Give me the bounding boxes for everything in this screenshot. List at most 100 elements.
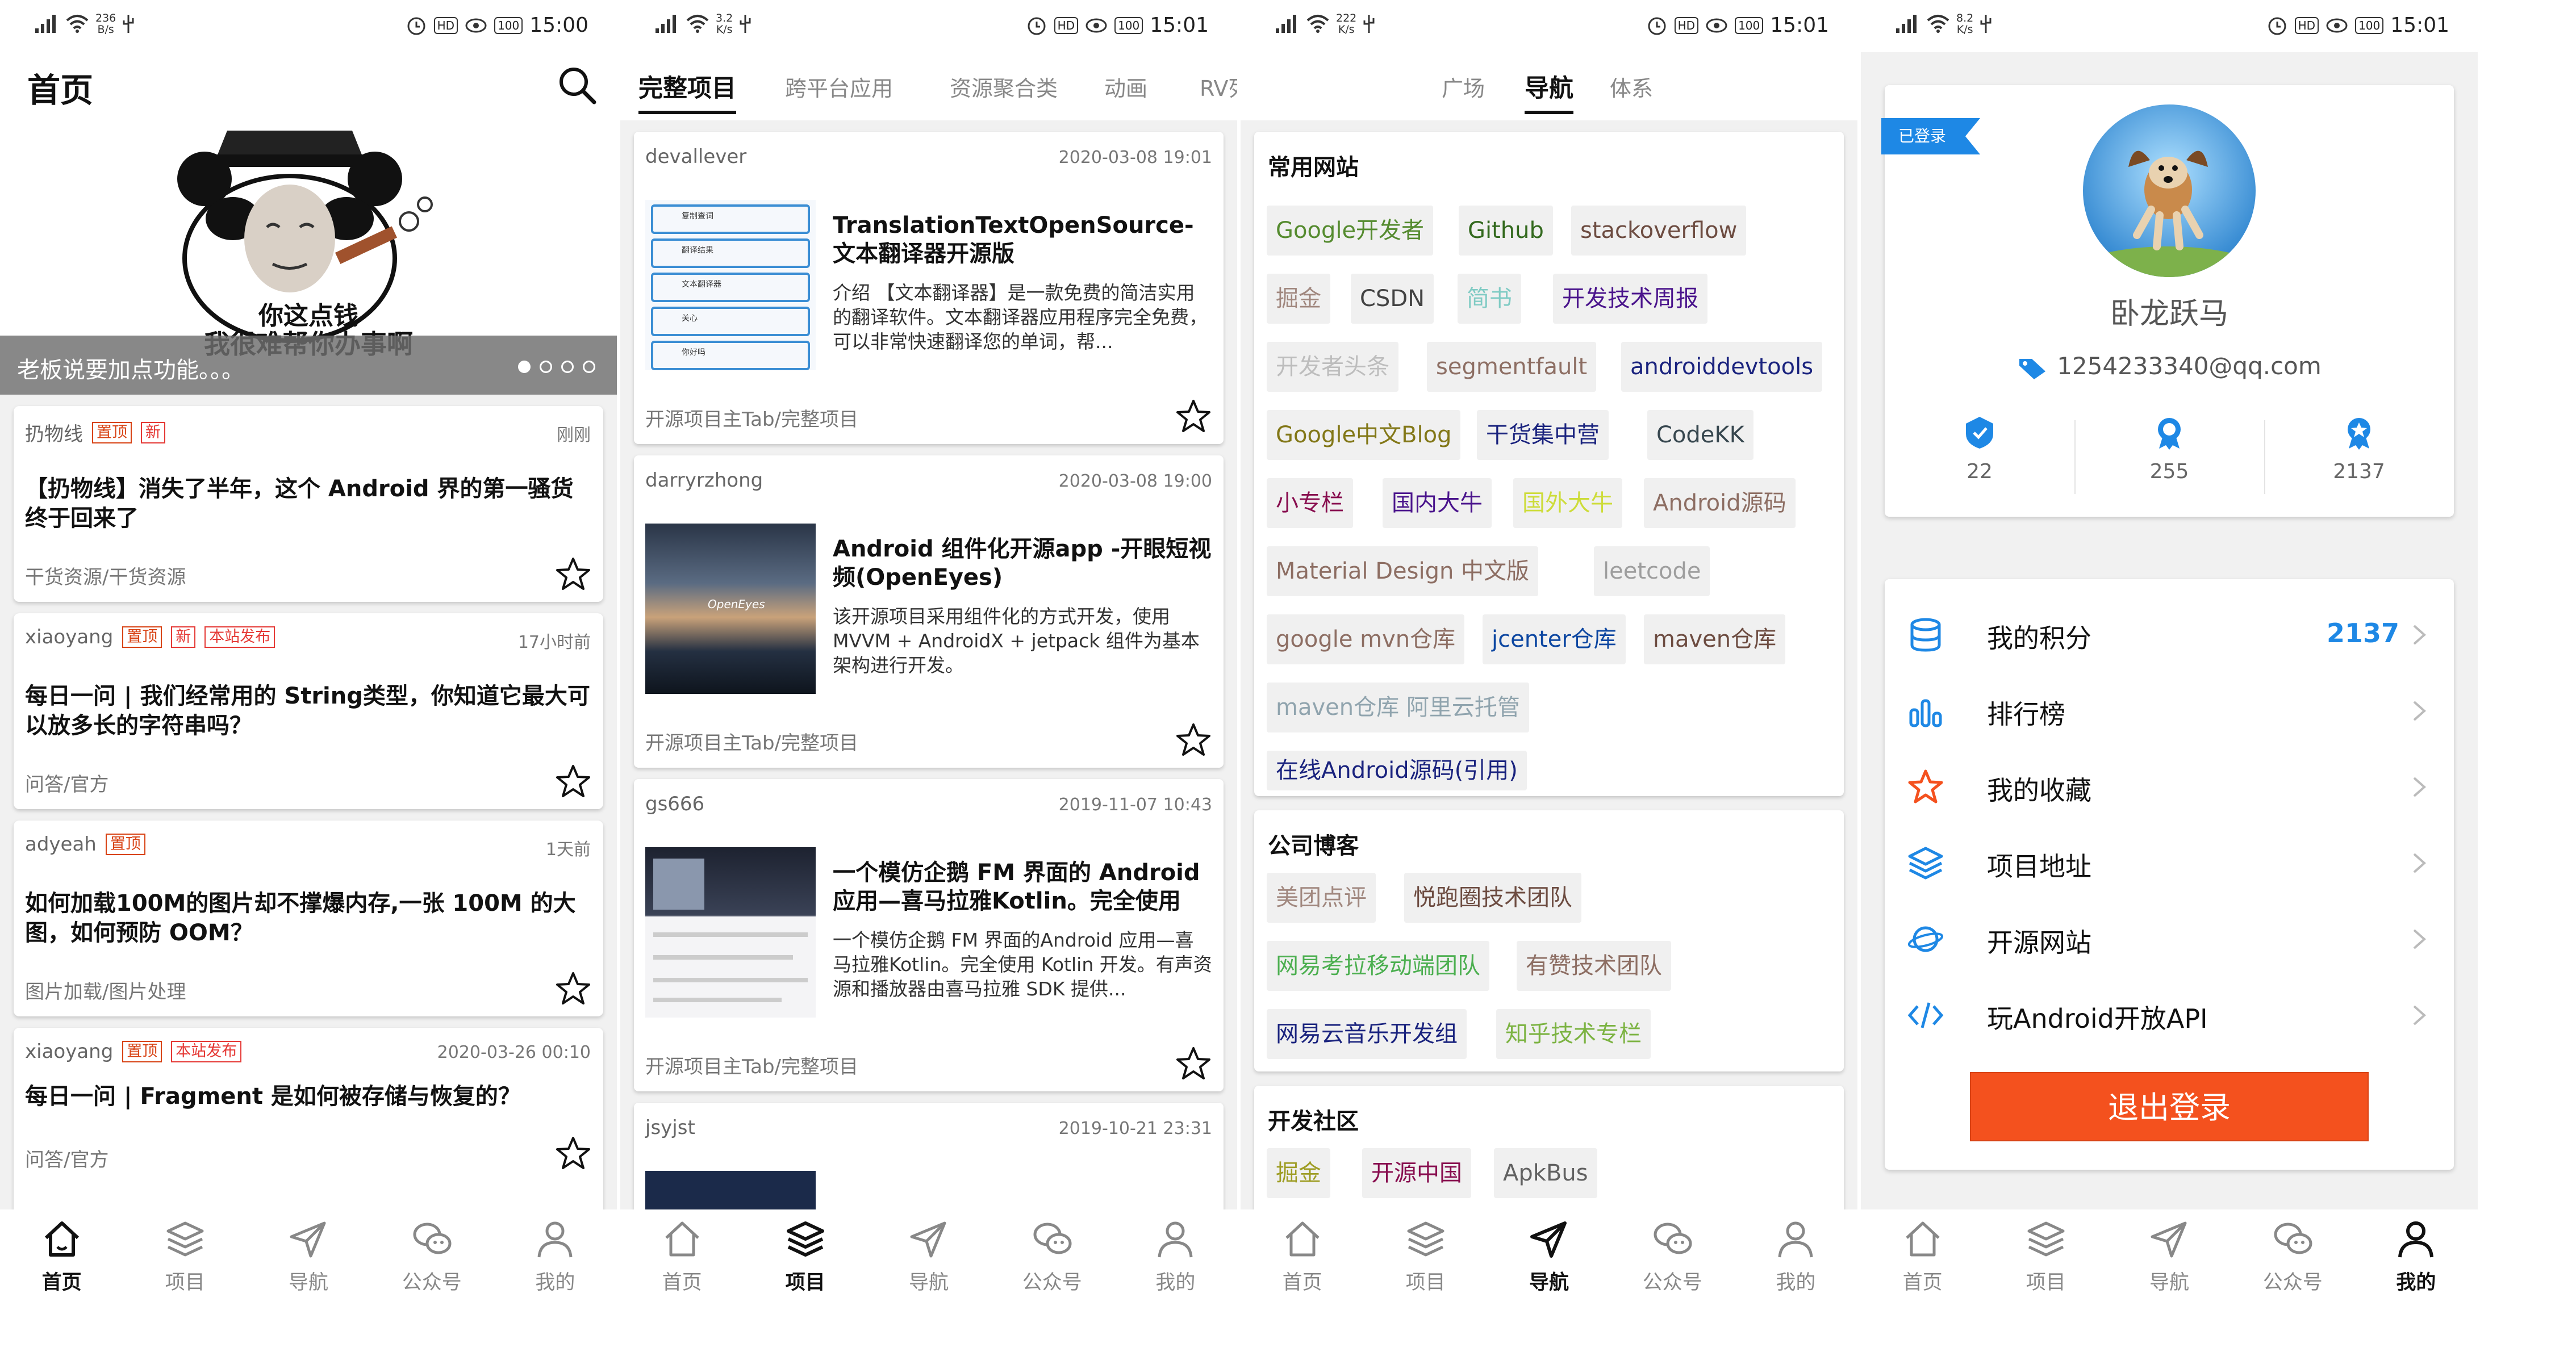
nav-link[interactable]: 知乎技术专栏	[1496, 1009, 1651, 1059]
nav-link[interactable]: segmentfault	[1427, 342, 1597, 392]
nav-link[interactable]: 开发者头条	[1267, 342, 1398, 392]
nav-link[interactable]: 网易考拉移动端团队	[1267, 941, 1489, 991]
nav-link[interactable]: 掘金	[1267, 274, 1330, 324]
nav-link[interactable]: maven仓库 阿里云托管	[1267, 683, 1529, 732]
nav-mine[interactable]: 我的	[1734, 1209, 1857, 1352]
article-chapter: 干货资源/干货资源	[25, 566, 186, 589]
nav-link[interactable]: google mvn仓库	[1267, 614, 1465, 664]
nav-label: 导航	[1529, 1271, 1569, 1294]
tab-cross-platform[interactable]: 跨平台应用	[785, 71, 893, 102]
nav-mine[interactable]: 我的	[1114, 1209, 1237, 1352]
banner-carousel[interactable]: 你这点钱 我很难帮你办事啊 老板说要加点功能。。。	[0, 119, 617, 395]
search-icon[interactable]	[557, 65, 598, 106]
star-icon[interactable]	[1176, 399, 1211, 434]
tag-top: 置顶	[122, 1041, 162, 1062]
nav-wechat[interactable]: 公众号	[2231, 1209, 2354, 1352]
nav-navigation[interactable]: 导航	[1487, 1209, 1610, 1352]
tab-resource-aggregation[interactable]: 资源聚合类	[950, 71, 1058, 102]
nav-mine[interactable]: 我的	[494, 1209, 617, 1352]
menu-my-points[interactable]: 我的积分 2137	[1885, 596, 2454, 672]
article-card[interactable]: adyeah 置顶 1天前 如何加载100M的图片却不撑爆内存,一张 100M 的…	[14, 821, 603, 1016]
home-icon	[44, 1221, 79, 1257]
nav-link[interactable]: Google开发者	[1267, 206, 1434, 256]
tab-system[interactable]: 体系	[1610, 71, 1653, 102]
nav-link[interactable]: stackoverflow	[1571, 206, 1747, 256]
stat-coin[interactable]: 2137	[2264, 415, 2454, 500]
nav-link[interactable]: 有赞技术团队	[1517, 941, 1671, 991]
nav-link[interactable]: 在线Android源码(引用)	[1267, 751, 1527, 790]
nav-link[interactable]: Github	[1459, 206, 1553, 256]
nav-wechat[interactable]: 公众号	[991, 1209, 1114, 1352]
project-card[interactable]: devallever 2020-03-08 19:01 复制查词 翻译结果 文本…	[634, 132, 1224, 444]
nav-project[interactable]: 项目	[1984, 1209, 2107, 1352]
nav-link[interactable]: 开源中国	[1362, 1148, 1471, 1198]
menu-label: 我的积分	[1987, 623, 2091, 654]
menu-open-source-sites[interactable]: 开源网站	[1885, 901, 2454, 977]
coin-badge-icon	[2348, 418, 2370, 450]
article-title: 【扔物线】消失了半年，这个 Android 界的第一骚货终于回来了	[25, 476, 574, 531]
article-card[interactable]: 扔物线 置顶新 刚刚 【扔物线】消失了半年，这个 Android 界的第一骚货终于…	[14, 406, 603, 602]
nav-home[interactable]: 首页	[620, 1209, 744, 1352]
nav-navigation[interactable]: 导航	[247, 1209, 370, 1352]
nav-link[interactable]: CSDN	[1351, 274, 1434, 324]
tab-square[interactable]: 广场	[1442, 71, 1485, 102]
hd-icon: HD	[433, 16, 458, 34]
nav-link[interactable]: Google中文Blog	[1267, 410, 1461, 460]
nav-link[interactable]: Material Design 中文版	[1267, 546, 1539, 596]
nav-link[interactable]: ApkBus	[1494, 1148, 1597, 1198]
nav-link[interactable]: jcenter仓库	[1483, 614, 1626, 664]
menu-open-api[interactable]: 玩Android开放API	[1885, 977, 2454, 1053]
star-icon[interactable]	[556, 556, 591, 592]
nav-project[interactable]: 项目	[1364, 1209, 1487, 1352]
menu-favorites[interactable]: 我的收藏	[1885, 748, 2454, 824]
nav-link[interactable]: 美团点评	[1267, 873, 1376, 923]
tab-full-project[interactable]: 完整项目	[638, 69, 736, 114]
project-thumbnail: 复制查词 翻译结果 文本翻译器 关心 你好吗	[645, 200, 816, 370]
stat-level[interactable]: 255	[2074, 415, 2264, 500]
avatar[interactable]	[2083, 104, 2256, 277]
nav-project[interactable]: 项目	[123, 1209, 247, 1352]
project-card[interactable]: darryrzhong 2020-03-08 19:00 OpenEyes An…	[634, 455, 1224, 768]
nav-navigation[interactable]: 导航	[2107, 1209, 2231, 1352]
nav-link[interactable]: 简书	[1458, 274, 1521, 324]
nav-link[interactable]: 开发技术周报	[1553, 274, 1707, 324]
nav-link[interactable]: CodeKK	[1647, 410, 1753, 460]
tab-animation[interactable]: 动画	[1104, 71, 1147, 102]
nav-link[interactable]: androiddevtools	[1621, 342, 1823, 392]
nav-link[interactable]: 掘金	[1267, 1148, 1330, 1198]
article-card[interactable]: xiaoyang 置顶新本站发布 17小时前 每日一问 | 我们经常用的 Stri…	[14, 613, 603, 809]
nav-link[interactable]: maven仓库	[1644, 614, 1786, 664]
star-icon[interactable]	[1176, 1046, 1211, 1081]
project-card[interactable]: gs666 2019-11-07 10:43 一个模仿企鹅 FM 界面的 And…	[634, 779, 1224, 1091]
nav-link[interactable]: 国内大牛	[1383, 478, 1492, 528]
nav-link[interactable]: 小专栏	[1267, 478, 1353, 528]
status-bar: 3.2 K/s HD 100 15:01	[620, 0, 1237, 52]
nav-mine[interactable]: 我的	[2354, 1209, 2478, 1352]
star-icon[interactable]	[556, 764, 591, 799]
nav-wechat[interactable]: 公众号	[370, 1209, 494, 1352]
menu-ranking[interactable]: 排行榜	[1885, 672, 2454, 748]
nav-link[interactable]: Android源码	[1644, 478, 1796, 528]
tab-navigation[interactable]: 导航	[1525, 69, 1573, 114]
nav-link[interactable]: 悦跑圈技术团队	[1404, 873, 1581, 923]
star-icon[interactable]	[556, 971, 591, 1006]
star-icon[interactable]	[1176, 722, 1211, 757]
nav-wechat[interactable]: 公众号	[1611, 1209, 1734, 1352]
nav-project[interactable]: 项目	[744, 1209, 867, 1352]
tag-top: 置顶	[92, 421, 132, 443]
nav-home[interactable]: 首页	[0, 1209, 123, 1352]
nav-link[interactable]: leetcode	[1594, 546, 1710, 596]
nav-link[interactable]: 国外大牛	[1513, 478, 1622, 528]
nav-link[interactable]: 网易云音乐开发组	[1267, 1009, 1467, 1059]
nav-home[interactable]: 首页	[1861, 1209, 1984, 1352]
nav-link[interactable]: 干货集中营	[1477, 410, 1609, 460]
nav-navigation[interactable]: 导航	[867, 1209, 990, 1352]
menu-project-address[interactable]: 项目地址	[1885, 824, 2454, 901]
usb-icon	[1980, 15, 1992, 33]
article-card[interactable]: xiaoyang 置顶 本站发布 2020-03-26 00:10 每日一问 | F…	[14, 1028, 603, 1224]
stat-rank[interactable]: 22	[1885, 415, 2074, 500]
logout-button[interactable]: 退出登录	[1970, 1072, 2369, 1141]
nav-home[interactable]: 首页	[1241, 1209, 1364, 1352]
tab-rv[interactable]: RV列	[1200, 71, 1237, 102]
star-icon[interactable]	[556, 1136, 591, 1171]
